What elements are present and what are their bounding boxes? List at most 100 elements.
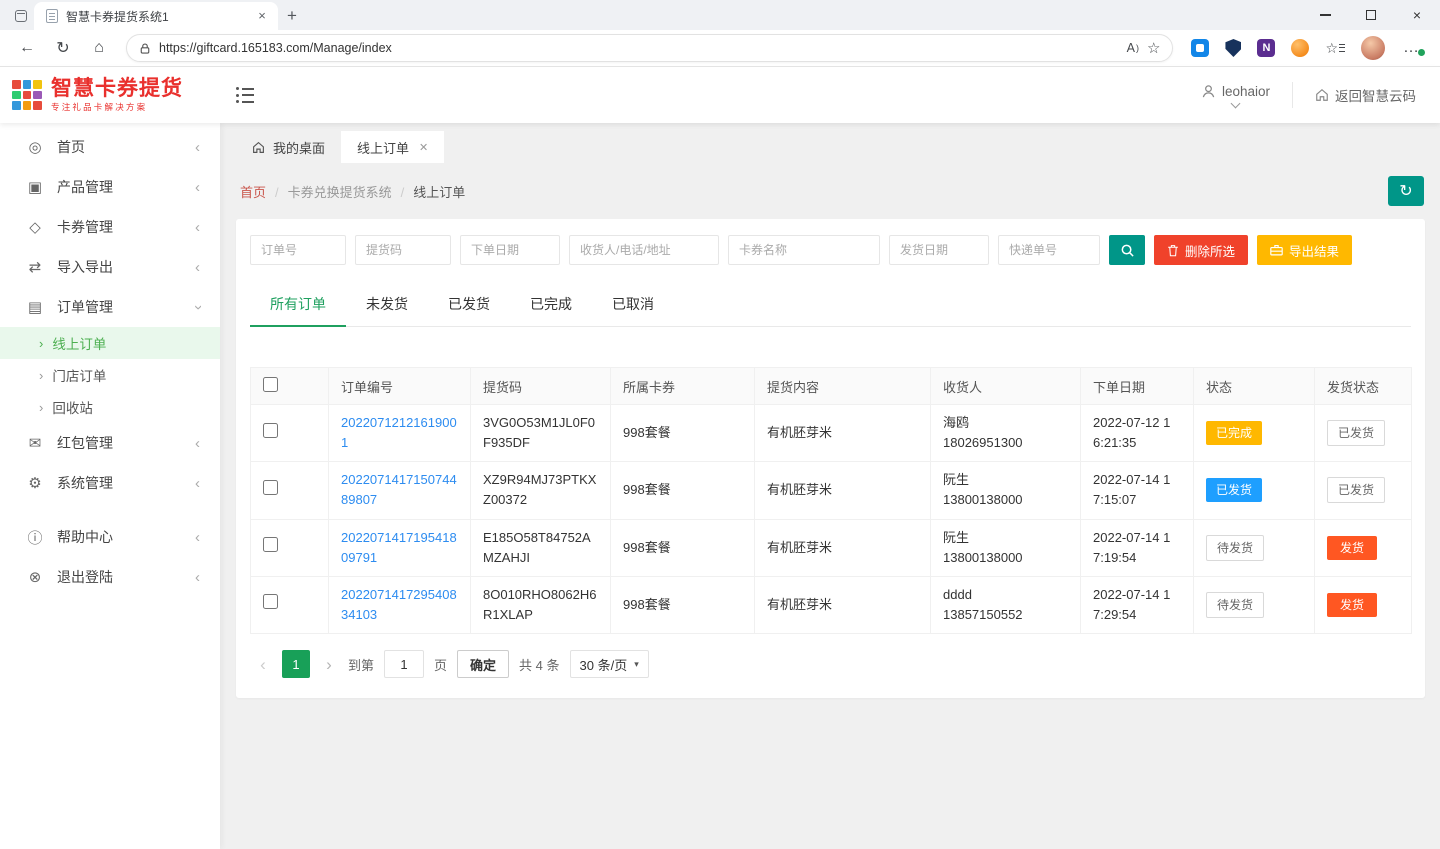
column-header: 收货人	[931, 368, 1081, 405]
ws-tab-online-orders[interactable]: 线上订单 ✕	[341, 131, 444, 163]
order-tab-2[interactable]: 已发货	[428, 282, 510, 326]
window-maximize-button[interactable]	[1348, 0, 1394, 30]
read-aloud-icon[interactable]: A)	[1127, 41, 1139, 55]
row-checkbox[interactable]	[263, 423, 278, 438]
order-tab-1[interactable]: 未发货	[346, 282, 428, 326]
breadcrumb-home[interactable]: 首页	[240, 182, 266, 201]
home-outline-icon	[1315, 88, 1329, 102]
current-page[interactable]: 1	[282, 650, 310, 678]
import-export-icon: ⇄	[26, 258, 44, 276]
order-tab-0[interactable]: 所有订单	[250, 282, 346, 326]
per-page-select[interactable]: 30 条/页 ▾	[570, 650, 649, 678]
prev-page-icon[interactable]: ‹	[254, 656, 272, 673]
filter-input-order-no[interactable]	[250, 235, 346, 265]
address-bar[interactable]: https://giftcard.165183.com/Manage/index…	[126, 34, 1173, 62]
user-menu[interactable]: leohaior	[1201, 84, 1270, 107]
content-cell: 有机胚芽米	[755, 462, 931, 519]
order-number-link[interactable]: 202207141715074489807	[341, 472, 457, 507]
extension-blue-icon[interactable]	[1191, 39, 1209, 57]
filter-input-receiver[interactable]	[569, 235, 719, 265]
order-tab-4[interactable]: 已取消	[592, 282, 674, 326]
sidebar-item-redpacket[interactable]: ✉红包管理‹	[0, 423, 220, 463]
delete-selected-button[interactable]: 删除所选	[1154, 235, 1248, 265]
ship-button[interactable]: 发货	[1327, 593, 1377, 617]
table-row: 202207141715074489807XZ9R94MJ73PTKXZ0037…	[251, 462, 1412, 519]
column-header: 下单日期	[1081, 368, 1194, 405]
pickup-code-cell: 8O010RHO8062H6R1XLAP	[471, 576, 611, 633]
breadcrumb-system[interactable]: 卡券兑换提货系统	[266, 182, 392, 201]
reload-icon[interactable]: ↻	[48, 34, 78, 62]
sidebar-subitem-recycle-bin[interactable]: ›回收站	[0, 391, 220, 423]
column-header: 状态	[1194, 368, 1315, 405]
filter-input-ship-date[interactable]	[889, 235, 989, 265]
ws-tab-desktop[interactable]: 我的桌面	[236, 131, 341, 163]
sidebar-item-order[interactable]: ▤订单管理‹	[0, 287, 220, 327]
sidebar-item-help[interactable]: ⓘ帮助中心‹	[0, 517, 220, 557]
tab-actions-icon[interactable]	[8, 2, 34, 30]
export-icon	[1270, 244, 1283, 256]
chevron-left-icon: ‹	[195, 140, 200, 155]
profile-avatar[interactable]	[1361, 36, 1385, 60]
sidebar-subitem-store-orders[interactable]: ›门店订单	[0, 359, 220, 391]
chevron-down-icon[interactable]	[1231, 98, 1241, 108]
browser-menu-icon[interactable]: …	[1401, 39, 1422, 57]
sidebar-item-import-export[interactable]: ⇄导入导出‹	[0, 247, 220, 287]
order-no-cell: 202207141729540834103	[329, 576, 471, 633]
sidebar-item-system[interactable]: ⚙系统管理‹	[0, 463, 220, 503]
back-icon[interactable]: ←	[12, 34, 42, 62]
select-all-checkbox[interactable]	[263, 377, 278, 392]
app-header: 智慧卡券提货 专注礼品卡解决方案 leohaior 返回智慧云码	[0, 67, 1440, 123]
sidebar-item-home[interactable]: ◎首页‹	[0, 127, 220, 167]
sidebar-subitem-online-orders[interactable]: ›线上订单	[0, 327, 220, 359]
tab-close-icon[interactable]: ×	[254, 8, 270, 24]
order-number-link[interactable]: 202207141719541809791	[341, 530, 457, 565]
row-checkbox[interactable]	[263, 537, 278, 552]
ship-button[interactable]: 发货	[1327, 536, 1377, 560]
next-page-icon[interactable]: ›	[320, 656, 338, 673]
receiver-name: 阮生	[943, 528, 1068, 548]
close-icon[interactable]: ✕	[419, 141, 428, 154]
confirm-page-button[interactable]: 确定	[457, 650, 509, 678]
export-button[interactable]: 导出结果	[1257, 235, 1352, 265]
sidebar-item-product[interactable]: ▣产品管理‹	[0, 167, 220, 207]
favorite-star-icon[interactable]: ☆	[1147, 39, 1160, 57]
filter-input-tracking-no[interactable]	[998, 235, 1100, 265]
sidebar-collapse-icon[interactable]	[236, 87, 254, 103]
extensions-area: N ☆ …	[1185, 36, 1428, 60]
chevron-left-icon: ‹	[195, 530, 200, 545]
column-header: 所属卡券	[611, 368, 755, 405]
sidebar-item-coupon[interactable]: ◇卡券管理‹	[0, 207, 220, 247]
sidebar-item-logout[interactable]: ⊗退出登陆‹	[0, 557, 220, 597]
search-button[interactable]	[1109, 235, 1145, 265]
chevron-right-icon: ›	[39, 400, 43, 415]
app-title: 智慧卡券提货	[51, 77, 183, 101]
refresh-button[interactable]: ↻	[1388, 176, 1424, 206]
row-checkbox[interactable]	[263, 594, 278, 609]
favorites-hub-icon[interactable]: ☆	[1325, 40, 1345, 57]
app-logo: 智慧卡券提货 专注礼品卡解决方案	[12, 77, 220, 113]
browser-tab[interactable]: 智慧卡券提货系统1 ×	[34, 2, 278, 30]
chevron-down-icon: ‹	[190, 305, 205, 310]
extension-orange-icon[interactable]	[1291, 39, 1309, 57]
order-number-link[interactable]: 20220712121619001	[341, 415, 457, 450]
status-cell: 已完成	[1194, 405, 1315, 462]
ws-tab-label: 我的桌面	[273, 138, 325, 157]
window-close-button[interactable]: ×	[1394, 0, 1440, 30]
page-jump-input[interactable]	[384, 650, 424, 678]
order-tab-3[interactable]: 已完成	[510, 282, 592, 326]
window-minimize-button[interactable]	[1302, 0, 1348, 30]
sidebar-item-label: 订单管理	[57, 297, 113, 317]
filter-input-order-date[interactable]	[460, 235, 560, 265]
receiver-cell: 海鸥18026951300	[931, 405, 1081, 462]
filter-input-pickup-code[interactable]	[355, 235, 451, 265]
return-cloud-link[interactable]: 返回智慧云码	[1315, 85, 1416, 105]
order-number-link[interactable]: 202207141729540834103	[341, 587, 457, 622]
row-checkbox[interactable]	[263, 480, 278, 495]
onenote-icon[interactable]: N	[1257, 39, 1275, 57]
url-text[interactable]: https://giftcard.165183.com/Manage/index	[159, 41, 1119, 55]
new-tab-button[interactable]: +	[278, 2, 306, 30]
browser-home-icon[interactable]: ⌂	[84, 34, 114, 62]
filter-input-coupon-name[interactable]	[728, 235, 880, 265]
receiver-phone: 18026951300	[943, 433, 1068, 453]
defender-shield-icon[interactable]	[1225, 39, 1241, 57]
